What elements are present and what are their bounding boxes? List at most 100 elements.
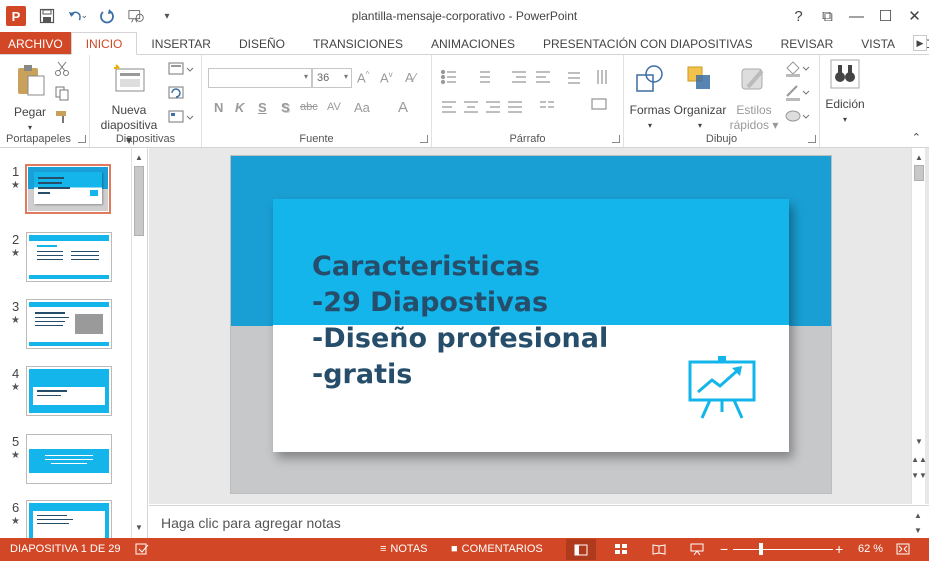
tab-scroll-right-icon[interactable]: ▶ — [913, 35, 927, 51]
thumbnail-slide-5[interactable]: 5 ★ — [0, 434, 130, 494]
zoom-slider-knob[interactable] — [759, 543, 763, 555]
arrange-button[interactable]: Organizar ▾ — [672, 63, 728, 133]
thumbnail-frame[interactable] — [26, 366, 112, 416]
thumbnail-frame[interactable] — [26, 434, 112, 484]
thumbnail-frame[interactable] — [25, 164, 111, 214]
next-slide-icon[interactable]: ▼▼ — [911, 468, 927, 482]
shape-outline-icon[interactable] — [784, 83, 810, 104]
comments-button[interactable]: ■ COMENTARIOS — [451, 543, 543, 555]
shadow-button[interactable]: S — [281, 100, 290, 115]
slide-editor: Caracteristicas -29 Diapostivas -Diseño … — [149, 148, 929, 504]
shrink-font-icon[interactable]: Av — [380, 70, 393, 85]
thumbnail-slide-3[interactable]: 3 ★ — [0, 299, 130, 359]
portapapeles-launcher-icon[interactable] — [78, 135, 86, 143]
thumbnail-slide-6[interactable]: 6 ★ — [0, 500, 130, 538]
paragraph-icons[interactable] — [440, 69, 620, 131]
shape-fill-icon[interactable] — [784, 59, 810, 80]
cut-icon[interactable] — [54, 61, 70, 80]
current-slide[interactable]: Caracteristicas -29 Diapostivas -Diseño … — [230, 155, 832, 494]
scroll-down-icon[interactable]: ▼ — [912, 434, 926, 448]
thumbnail-frame[interactable] — [26, 232, 112, 282]
scroll-down-icon[interactable]: ▼ — [911, 523, 925, 537]
underline-button[interactable]: S — [258, 100, 267, 115]
slide-sorter-button[interactable] — [614, 543, 628, 555]
animation-star-icon: ★ — [11, 315, 20, 326]
scroll-up-icon[interactable]: ▲ — [911, 508, 925, 522]
collapse-ribbon-icon[interactable]: ⌃ — [912, 131, 921, 144]
zoom-out-button[interactable]: − — [720, 541, 728, 557]
scroll-up-icon[interactable]: ▲ — [912, 150, 926, 164]
slideshow-button[interactable] — [690, 543, 704, 555]
thumbnail-slide-1[interactable]: 1 ★ — [0, 164, 130, 224]
tab-transiciones[interactable]: TRANSICIONES — [299, 32, 417, 55]
scroll-down-icon[interactable]: ▼ — [132, 520, 146, 534]
fuente-launcher-icon[interactable] — [420, 135, 428, 143]
tab-presentacion[interactable]: PRESENTACIÓN CON DIAPOSITIVAS — [529, 32, 767, 55]
tab-revisar[interactable]: REVISAR — [767, 32, 848, 55]
zoom-in-button[interactable]: + — [835, 541, 843, 557]
thumbnails-scrollbar[interactable]: ▲ ▼ — [131, 148, 145, 538]
slide-title-text[interactable]: Caracteristicas -29 Diapostivas -Diseño … — [312, 249, 608, 393]
normal-view-button[interactable] — [566, 539, 596, 560]
scrollbar-thumb[interactable] — [914, 165, 924, 181]
shapes-button[interactable]: Formas ▾ — [628, 63, 672, 133]
layout-icon[interactable] — [168, 61, 194, 80]
tab-vista[interactable]: VISTA — [847, 32, 909, 55]
bold-button[interactable]: N — [214, 100, 223, 115]
group-label-dibujo: Dibujo — [705, 133, 738, 145]
font-color-button[interactable]: A — [398, 99, 408, 116]
notes-pane[interactable]: Haga clic para agregar notas ▲ ▼ — [149, 505, 929, 538]
clear-format-icon[interactable]: A∕ — [405, 70, 416, 85]
maximize-icon[interactable]: ☐ — [871, 4, 900, 28]
close-icon[interactable]: ✕ — [900, 4, 929, 28]
font-name-dropdown-icon[interactable]: ▾ — [304, 72, 308, 81]
thumbnail-slide-4[interactable]: 4 ★ — [0, 366, 130, 426]
zoom-level[interactable]: 62 % — [858, 543, 883, 555]
italic-button[interactable]: K — [235, 100, 244, 115]
tab-inicio[interactable]: INICIO — [70, 32, 138, 55]
notes-placeholder[interactable]: Haga clic para agregar notas — [161, 515, 341, 531]
shape-effects-icon[interactable] — [784, 107, 810, 128]
font-size-field[interactable]: 36 ▾ — [312, 68, 352, 88]
dibujo-launcher-icon[interactable] — [808, 135, 816, 143]
zoom-slider-track[interactable] — [733, 549, 833, 550]
paste-button[interactable]: Pegar ▾ — [8, 63, 52, 135]
tab-diseno[interactable]: DISEÑO — [225, 32, 299, 55]
scroll-up-icon[interactable]: ▲ — [132, 150, 146, 164]
char-spacing-button[interactable]: AV — [327, 101, 341, 113]
slide-sorter-icon — [615, 544, 627, 554]
help-icon[interactable]: ? — [784, 4, 813, 28]
quick-styles-button[interactable]: Estilos rápidos ▾ — [728, 63, 780, 133]
tab-archivo[interactable]: ARCHIVO — [0, 32, 71, 55]
reset-slide-icon[interactable] — [168, 85, 188, 104]
editing-button[interactable]: Edición ▾ — [822, 59, 868, 127]
shapes-label: Formas — [629, 103, 671, 117]
editor-scrollbar[interactable]: ▲ ▼ ▲▲ ▼▼ — [911, 148, 927, 504]
strikethrough-button[interactable]: abc — [300, 101, 318, 113]
spellcheck-icon[interactable] — [135, 543, 149, 555]
notes-scrollbar[interactable]: ▲ ▼ — [911, 508, 925, 538]
copy-icon[interactable] — [54, 85, 70, 104]
tab-animaciones[interactable]: ANIMACIONES — [417, 32, 529, 55]
slide-counter: DIAPOSITIVA 1 DE 29 — [10, 543, 121, 555]
thumbnail-number: 4 — [12, 366, 20, 381]
thumbnail-slide-2[interactable]: 2 ★ — [0, 232, 130, 292]
grow-font-icon[interactable]: A^ — [357, 70, 369, 85]
change-case-button[interactable]: Aa — [354, 100, 370, 115]
font-name-field[interactable]: ▾ — [208, 68, 312, 88]
thumbnail-frame[interactable] — [26, 299, 112, 349]
notes-button[interactable]: ≡ NOTAS — [380, 543, 428, 555]
format-painter-icon[interactable] — [54, 109, 70, 128]
minimize-icon[interactable]: — — [842, 4, 871, 28]
fit-slide-button[interactable] — [896, 543, 910, 555]
previous-slide-icon[interactable]: ▲▲ — [911, 452, 927, 466]
ribbon-display-icon[interactable]: ⧉ — [813, 4, 842, 28]
section-icon[interactable] — [168, 109, 194, 128]
parrafo-launcher-icon[interactable] — [612, 135, 620, 143]
new-slide-icon — [114, 64, 145, 92]
scrollbar-thumb[interactable] — [134, 166, 144, 236]
thumbnail-frame[interactable] — [26, 500, 112, 538]
reading-view-button[interactable] — [652, 543, 666, 555]
tab-insertar[interactable]: INSERTAR — [137, 32, 225, 55]
font-size-dropdown-icon[interactable]: ▾ — [344, 72, 348, 81]
